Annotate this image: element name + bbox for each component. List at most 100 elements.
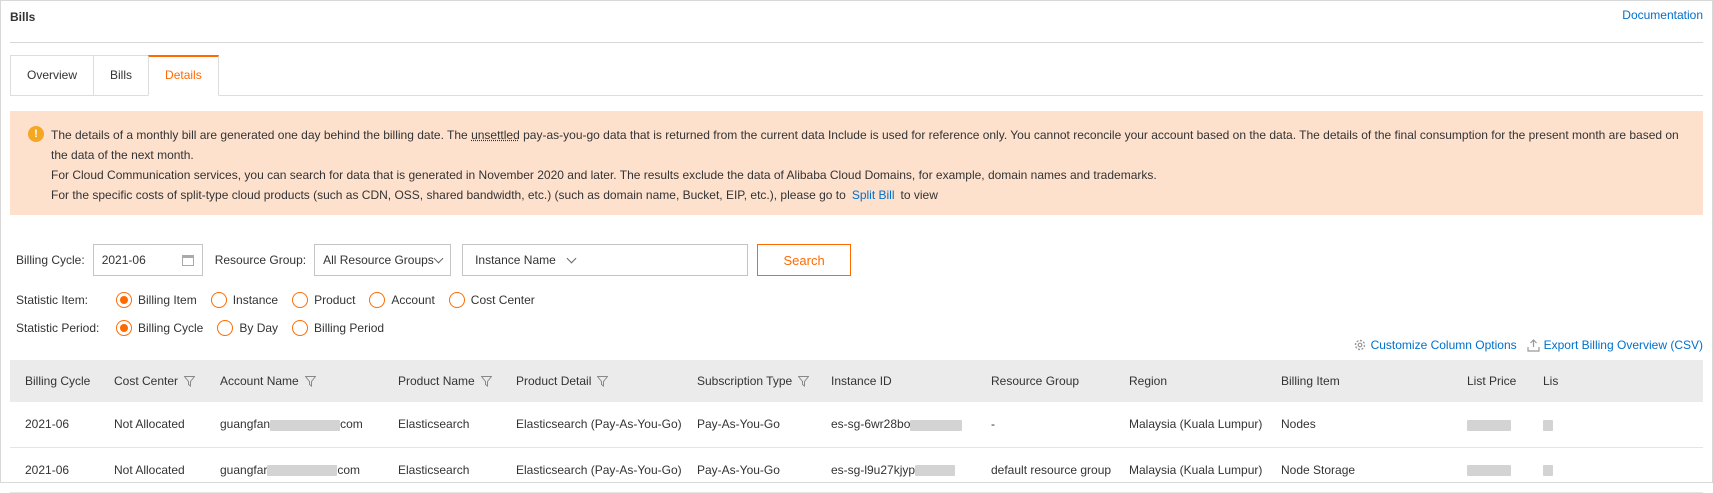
search-button[interactable]: Search: [757, 244, 852, 276]
table-row[interactable]: 2021-06 Not Allocated guangfar com Elasti…: [10, 447, 1703, 493]
billing-cycle-label: Billing Cycle:: [16, 253, 85, 267]
cell-cost-center: Not Allocated: [99, 402, 205, 448]
col-product-detail: Product Detail: [501, 360, 682, 402]
table-header-row: Billing Cycle Cost Center Account Name P…: [10, 360, 1703, 402]
filter-icon[interactable]: [304, 376, 316, 387]
radio-account[interactable]: Account: [369, 292, 435, 308]
tabs-divider: [10, 95, 1703, 96]
chevron-down-icon: [433, 253, 444, 263]
statistic-period-label: Statistic Period:: [16, 321, 100, 335]
col-billing-item: Billing Item: [1266, 360, 1452, 402]
chevron-down-icon: [566, 253, 577, 263]
cell-region: Malaysia (Kuala Lumpur): [1114, 402, 1266, 448]
radio-billing-item[interactable]: Billing Item: [116, 292, 197, 308]
cell-billing-item: Nodes: [1266, 402, 1452, 448]
col-cost-center: Cost Center: [99, 360, 205, 402]
notice-line-3: For the specific costs of split-type clo…: [51, 188, 938, 202]
redacted-text: [915, 464, 956, 476]
notice-line-2: For Cloud Communication services, you ca…: [51, 168, 1157, 182]
radio-unchecked-icon: [292, 320, 309, 336]
radio-unchecked-icon: [448, 292, 465, 308]
statistic-period-row: Statistic Period: Billing Cycle By Day B…: [16, 318, 398, 338]
table-row[interactable]: 2021-06 Not Allocated guangfan com Elasti…: [10, 402, 1703, 448]
tab-details[interactable]: Details: [148, 55, 219, 96]
resource-group-label: Resource Group:: [214, 253, 307, 267]
cell-billing-item: Node Storage: [1266, 447, 1452, 493]
radio-instance[interactable]: Instance: [210, 292, 278, 308]
statistic-item-row: Statistic Item: Billing Item Instance Pr…: [16, 290, 549, 310]
radio-product[interactable]: Product: [292, 292, 355, 308]
col-list-truncated: Lis: [1528, 360, 1703, 402]
cell-resource-group: default resource group: [976, 447, 1114, 493]
cell-product-name: Elasticsearch: [383, 447, 501, 493]
radio-by-day[interactable]: By Day: [217, 320, 278, 336]
col-product-name: Product Name: [383, 360, 501, 402]
filter-icon[interactable]: [798, 376, 810, 387]
tab-bar: Overview Bills Details: [10, 55, 219, 96]
col-region: Region: [1114, 360, 1266, 402]
cell-subscription-type: Pay-As-You-Go: [682, 447, 816, 493]
cell-instance-id: es-sg-6wr28bo: [816, 402, 976, 448]
tab-bills[interactable]: Bills: [93, 55, 149, 96]
title-divider: [10, 42, 1703, 43]
cell-list-truncated: [1528, 447, 1703, 493]
instance-name-select[interactable]: Instance Name: [475, 253, 556, 267]
cell-instance-id: es-sg-l9u27kjyp: [816, 447, 976, 493]
billing-cycle-picker[interactable]: 2021-06: [92, 244, 203, 276]
col-account-name: Account Name: [205, 360, 383, 402]
cell-list-price: [1452, 447, 1528, 493]
redacted-text: [270, 419, 341, 431]
col-billing-cycle: Billing Cycle: [10, 360, 99, 402]
radio-checked-icon: [116, 320, 132, 336]
radio-billing-cycle[interactable]: Billing Cycle: [116, 320, 203, 336]
redacted-text: [1543, 419, 1553, 431]
radio-unchecked-icon: [217, 320, 234, 336]
customize-columns-button[interactable]: Customize Column Options: [1353, 338, 1517, 352]
documentation-link[interactable]: Documentation: [1622, 8, 1703, 22]
cell-resource-group: -: [976, 402, 1114, 448]
cell-account-name: guangfan com: [205, 402, 383, 448]
resource-group-value: All Resource Groups: [323, 253, 434, 267]
cell-billing-cycle: 2021-06: [10, 402, 99, 448]
info-icon: !: [28, 126, 44, 142]
cell-list-price: [1452, 402, 1528, 448]
redacted-text: [267, 464, 338, 476]
col-list-price: List Price: [1452, 360, 1528, 402]
resource-group-select[interactable]: All Resource Groups: [314, 244, 452, 276]
instance-search-input[interactable]: Instance Name: [462, 244, 749, 276]
cell-product-detail: Elasticsearch (Pay-As-You-Go): [501, 402, 682, 448]
filter-icon[interactable]: [480, 376, 492, 387]
redacted-text: [910, 419, 963, 431]
filter-icon[interactable]: [184, 376, 196, 387]
cell-product-detail: Elasticsearch (Pay-As-You-Go): [501, 447, 682, 493]
billing-cycle-value: 2021-06: [101, 253, 146, 267]
radio-cost-center[interactable]: Cost Center: [448, 292, 535, 308]
calendar-icon: [181, 254, 194, 266]
filter-row: Billing Cycle: 2021-06 Resource Group: A…: [16, 244, 852, 276]
cell-cost-center: Not Allocated: [99, 447, 205, 493]
radio-billing-period[interactable]: Billing Period: [292, 320, 384, 336]
page-title: Bills: [10, 10, 36, 24]
col-subscription-type: Subscription Type: [682, 360, 816, 402]
statistic-item-label: Statistic Item:: [16, 293, 89, 307]
redacted-text: [1467, 464, 1511, 476]
notice-banner: ! The details of a monthly bill are gene…: [10, 111, 1703, 215]
col-resource-group: Resource Group: [976, 360, 1114, 402]
bill-details-table: Billing Cycle Cost Center Account Name P…: [10, 360, 1703, 493]
col-instance-id: Instance ID: [816, 360, 976, 402]
export-csv-button[interactable]: Export Billing Overview (CSV): [1527, 338, 1703, 352]
cell-billing-cycle: 2021-06: [10, 447, 99, 493]
radio-checked-icon: [116, 292, 132, 308]
tab-overview[interactable]: Overview: [10, 55, 94, 96]
cell-subscription-type: Pay-As-You-Go: [682, 402, 816, 448]
filter-icon[interactable]: [597, 376, 609, 387]
table-actions: Customize Column Options Export Billing …: [1343, 338, 1703, 352]
gear-icon: [1354, 339, 1365, 351]
cell-region: Malaysia (Kuala Lumpur): [1114, 447, 1266, 493]
unsettled-term: unsettled: [471, 128, 520, 142]
split-bill-link[interactable]: Split Bill: [852, 188, 895, 202]
radio-unchecked-icon: [369, 292, 386, 308]
export-icon: [1527, 338, 1540, 352]
cell-list-truncated: [1528, 402, 1703, 448]
redacted-text: [1543, 464, 1553, 476]
